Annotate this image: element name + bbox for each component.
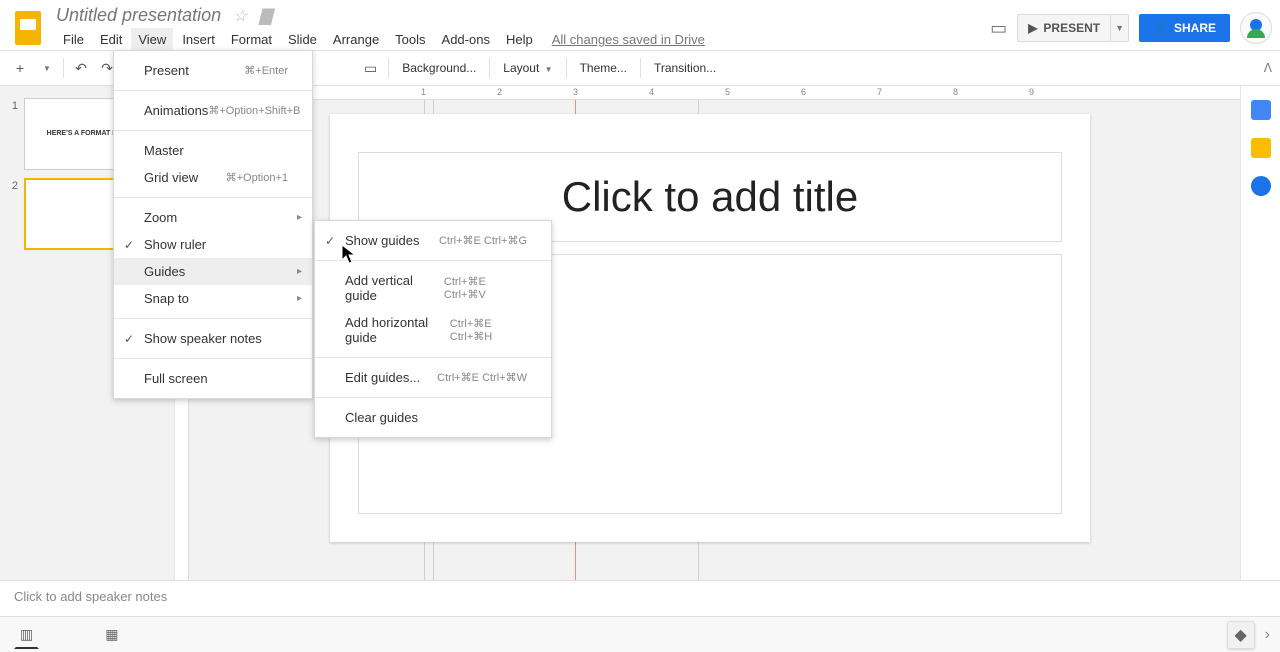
separator xyxy=(315,357,551,358)
layout-button[interactable]: Layout ▼ xyxy=(495,57,560,79)
keep-icon[interactable] xyxy=(1251,138,1271,158)
separator xyxy=(114,130,312,131)
menu-format[interactable]: Format xyxy=(224,28,279,51)
menu-slide[interactable]: Slide xyxy=(281,28,324,51)
grid-view-icon[interactable]: ▦ xyxy=(99,620,124,649)
calendar-icon[interactable] xyxy=(1251,100,1271,120)
filmstrip-view-icon[interactable]: ▥ xyxy=(14,620,39,649)
document-title[interactable]: Untitled presentation xyxy=(56,5,221,26)
menu-file[interactable]: File xyxy=(56,28,91,51)
submenu-arrow-icon: ▸ xyxy=(297,212,302,223)
menu-animations[interactable]: Animations ⌘+Option+Shift+B xyxy=(114,97,312,124)
menu-present[interactable]: Present ⌘+Enter xyxy=(114,57,312,84)
separator xyxy=(114,197,312,198)
menu-show-guides[interactable]: ✓ Show guides Ctrl+⌘E Ctrl+⌘G xyxy=(315,227,551,254)
menu-zoom[interactable]: Zoom ▸ xyxy=(114,204,312,231)
view-dropdown: Present ⌘+Enter Animations ⌘+Option+Shif… xyxy=(113,50,313,399)
separator xyxy=(315,260,551,261)
star-icon[interactable]: ☆ xyxy=(233,6,247,26)
menu-clear-guides[interactable]: Clear guides xyxy=(315,404,551,431)
submenu-arrow-icon: ▸ xyxy=(297,266,302,277)
header: Untitled presentation ☆ ▇ File Edit View… xyxy=(0,0,1280,50)
menu-full-screen[interactable]: Full screen xyxy=(114,365,312,392)
menu-edit-guides[interactable]: Edit guides... Ctrl+⌘E Ctrl+⌘W xyxy=(315,364,551,391)
side-panel xyxy=(1240,86,1280,580)
undo-button[interactable]: ↶ xyxy=(69,56,93,81)
separator xyxy=(388,58,389,78)
submenu-arrow-icon: ▸ xyxy=(297,293,302,304)
separator xyxy=(315,397,551,398)
check-icon: ✓ xyxy=(124,238,134,252)
chevron-right-icon[interactable]: › xyxy=(1265,626,1270,644)
separator xyxy=(114,90,312,91)
menu-guides[interactable]: Guides ▸ xyxy=(114,258,312,285)
menu-master[interactable]: Master xyxy=(114,137,312,164)
background-button[interactable]: Background... xyxy=(394,57,484,79)
menu-add-vertical-guide[interactable]: Add vertical guide Ctrl+⌘E Ctrl+⌘V xyxy=(315,267,551,309)
share-button[interactable]: 👤 SHARE xyxy=(1139,14,1230,42)
present-dropdown[interactable]: ▼ xyxy=(1111,14,1129,42)
share-icon: 👤 xyxy=(1153,21,1168,35)
footer: ▥ ▦ ◆ › xyxy=(0,616,1280,652)
tasks-icon[interactable] xyxy=(1251,176,1271,196)
account-avatar[interactable] xyxy=(1240,12,1272,44)
drive-status[interactable]: All changes saved in Drive xyxy=(552,32,705,47)
separator xyxy=(489,58,490,78)
zoom-fit-button[interactable]: ▭ xyxy=(358,56,383,81)
check-icon: ✓ xyxy=(325,234,335,248)
menu-insert[interactable]: Insert xyxy=(175,28,222,51)
check-icon: ✓ xyxy=(124,332,134,346)
horizontal-ruler: 1 1 2 3 4 5 6 7 8 9 xyxy=(189,86,1280,100)
guides-submenu: ✓ Show guides Ctrl+⌘E Ctrl+⌘G Add vertic… xyxy=(314,220,552,438)
present-button[interactable]: ▶ PRESENT xyxy=(1017,14,1111,42)
separator xyxy=(566,58,567,78)
menu-edit[interactable]: Edit xyxy=(93,28,129,51)
header-actions: ▭ ▶ PRESENT ▼ 👤 SHARE xyxy=(990,12,1272,44)
explore-button[interactable]: ◆ xyxy=(1227,621,1255,649)
menu-grid-view[interactable]: Grid view ⌘+Option+1 xyxy=(114,164,312,191)
new-slide-dropdown[interactable]: ▼ xyxy=(34,60,58,77)
title-area: Untitled presentation ☆ ▇ File Edit View… xyxy=(56,5,990,51)
separator xyxy=(114,358,312,359)
separator xyxy=(63,58,64,78)
menu-snap-to[interactable]: Snap to ▸ xyxy=(114,285,312,312)
slides-logo[interactable] xyxy=(8,8,48,48)
comments-icon[interactable]: ▭ xyxy=(990,18,1007,39)
menu-bar: File Edit View Insert Format Slide Arran… xyxy=(56,28,990,51)
speaker-notes[interactable]: Click to add speaker notes xyxy=(0,580,1280,616)
menu-show-ruler[interactable]: ✓ Show ruler xyxy=(114,231,312,258)
menu-help[interactable]: Help xyxy=(499,28,540,51)
theme-button[interactable]: Theme... xyxy=(572,57,635,79)
transition-button[interactable]: Transition... xyxy=(646,57,724,79)
menu-tools[interactable]: Tools xyxy=(388,28,432,51)
separator xyxy=(640,58,641,78)
menu-view[interactable]: View xyxy=(131,28,173,51)
new-slide-button[interactable]: + xyxy=(8,56,32,80)
separator xyxy=(114,318,312,319)
menu-speaker-notes[interactable]: ✓ Show speaker notes xyxy=(114,325,312,352)
collapse-toolbar-icon[interactable]: ᐱ xyxy=(1264,61,1272,75)
move-folder-icon[interactable]: ▇ xyxy=(259,6,271,26)
menu-addons[interactable]: Add-ons xyxy=(435,28,497,51)
menu-add-horizontal-guide[interactable]: Add horizontal guide Ctrl+⌘E Ctrl+⌘H xyxy=(315,309,551,351)
menu-arrange[interactable]: Arrange xyxy=(326,28,386,51)
play-icon: ▶ xyxy=(1028,21,1037,35)
